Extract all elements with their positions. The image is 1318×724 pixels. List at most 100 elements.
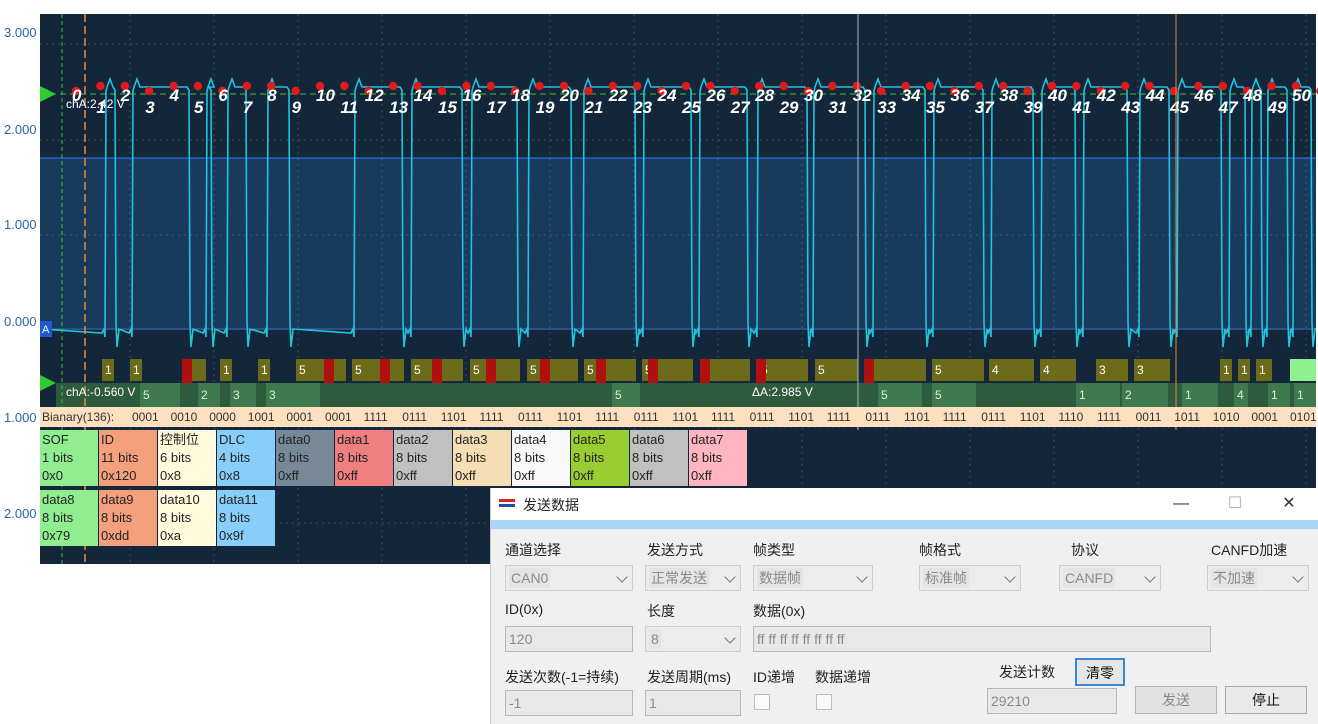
y-tick: 2.000 <box>4 506 37 521</box>
decode-value: 1 <box>133 363 140 377</box>
decode-value: 2 <box>201 388 208 402</box>
pulse-number: 47 <box>1218 98 1239 117</box>
frame-field-bits: 8 bits <box>691 450 723 465</box>
edge-marker <box>437 86 447 96</box>
binary-word: 0111 <box>981 410 1006 424</box>
decode-value: 4 <box>992 363 999 377</box>
frame-field-name: data8 <box>42 492 75 507</box>
pulse-number: 44 <box>1145 86 1165 105</box>
pulse-number: 22 <box>608 86 628 105</box>
frame-field-name: data2 <box>396 432 429 447</box>
pulse-number: 34 <box>902 86 921 105</box>
binary-word: 1101 <box>672 410 698 424</box>
data-input[interactable]: ff ff ff ff ff ff ff ff <box>753 626 1211 652</box>
decode-value: 5 <box>299 363 306 377</box>
binary-word: 0111 <box>865 410 890 424</box>
pulse-number: 30 <box>804 86 823 105</box>
send-mode-select-value: 正常发送 <box>649 568 709 588</box>
pulse-number: 45 <box>1169 98 1189 117</box>
id-increment-checkbox[interactable] <box>754 694 770 710</box>
protocol-select-value: CANFD <box>1063 568 1116 588</box>
clear-button[interactable]: 清零 <box>1075 658 1125 686</box>
frame-field-bits: 8 bits <box>396 450 428 465</box>
pulse-number: 35 <box>926 98 945 117</box>
pulse-number: 3 <box>145 98 155 117</box>
binary-word: 0001 <box>132 410 159 424</box>
decode-segment-end <box>1290 359 1316 381</box>
pulse-number: 8 <box>267 86 277 105</box>
send-count-label: 发送次数(-1=持续) <box>505 669 619 685</box>
canfd-speed-label: CANFD加速 <box>1211 542 1288 558</box>
pulse-number: 33 <box>877 98 896 117</box>
decode-value: 2 <box>1125 388 1132 402</box>
frame-field-value: 0xff <box>337 468 358 483</box>
frame-field-name: DLC <box>219 432 245 447</box>
dialog-accent-bar <box>491 520 1318 529</box>
app-logo-icon <box>499 499 515 507</box>
binary-word: 1101 <box>1020 410 1046 424</box>
frame-field-name: data10 <box>160 492 200 507</box>
chevron-down-icon <box>1144 571 1156 583</box>
pulse-number: 7 <box>243 98 254 117</box>
chevron-down-icon <box>724 632 736 644</box>
decode-value: 5 <box>818 363 825 377</box>
decode-value: 1 <box>105 363 112 377</box>
pulse-number: 19 <box>536 98 555 117</box>
chevron-down-icon <box>856 571 868 583</box>
binary-word: 1101 <box>904 410 930 424</box>
frame-field-bits: 8 bits <box>219 510 251 525</box>
edge-marker <box>1267 81 1276 91</box>
binary-word: 1101 <box>557 410 583 424</box>
frame-field-bits: 6 bits <box>160 450 192 465</box>
edge-marker <box>730 86 739 96</box>
close-button[interactable]: ✕ <box>1269 492 1309 516</box>
pulse-number: 50 <box>1292 86 1311 105</box>
pulse-number: 28 <box>754 86 774 105</box>
edge-marker <box>779 81 788 91</box>
frame-field-bits: 8 bits <box>514 450 546 465</box>
channel-select[interactable]: CAN0 <box>505 565 633 591</box>
minimize-button[interactable]: — <box>1161 492 1201 516</box>
id-input[interactable]: 120 <box>505 626 633 652</box>
y-tick: 3.000 <box>4 25 37 40</box>
stop-button[interactable]: 停止 <box>1225 686 1307 714</box>
decode-value: 5 <box>473 363 480 377</box>
protocol-select[interactable]: CANFD <box>1059 565 1161 591</box>
chevron-down-icon <box>1292 571 1304 583</box>
edge-marker <box>145 86 154 96</box>
binary-words: 0001 0010 0000 1001 0001 0001 1111 0111 1101 1111… <box>132 410 1317 424</box>
decode-row-2: 5 2 3 3 5 5 5 1 2 1 4 1 1 <box>56 383 1316 407</box>
binary-word: 1111 <box>364 410 388 424</box>
edge-marker <box>633 81 642 91</box>
pulse-number: 37 <box>975 98 995 117</box>
send-mode-select[interactable]: 正常发送 <box>645 565 741 591</box>
edge-marker <box>1072 81 1081 91</box>
frame-type-label: 帧类型 <box>753 542 795 558</box>
decode-value: 5 <box>881 388 888 402</box>
canfd-speed-select[interactable]: 不加速 <box>1207 565 1309 591</box>
length-label: 长度 <box>647 603 675 619</box>
dialog-titlebar[interactable]: 发送数据 — ☐ ✕ <box>491 488 1318 520</box>
pulse-number: 11 <box>340 98 358 117</box>
decode-value: 5 <box>530 363 537 377</box>
binary-word: 1001 <box>248 410 275 424</box>
edge-marker <box>1121 81 1130 91</box>
edge-marker <box>535 81 544 91</box>
tx-counter-label: 发送计数 <box>999 664 1055 680</box>
frame-format-select[interactable]: 标准帧 <box>919 565 1021 591</box>
data-increment-checkbox[interactable] <box>816 694 832 710</box>
send-button[interactable]: 发送 <box>1135 686 1217 714</box>
delta-readout: ΔA:2.985 V <box>752 385 813 399</box>
binary-word: 0101 <box>1290 410 1317 424</box>
frame-type-select[interactable]: 数据帧 <box>753 565 873 591</box>
decode-value: 3 <box>1137 363 1144 377</box>
maximize-button[interactable]: ☐ <box>1215 492 1255 516</box>
pulse-number: 12 <box>365 86 384 105</box>
protocol-label: 协议 <box>1071 542 1099 558</box>
length-select[interactable]: 8 <box>645 626 741 652</box>
frame-field-bits: 11 bits <box>101 450 139 465</box>
send-period-input[interactable]: 1 <box>645 690 741 716</box>
channel-upper-readout: chA:2.42 V <box>66 97 125 111</box>
send-count-input[interactable]: -1 <box>505 690 633 716</box>
send-data-dialog[interactable]: 发送数据 — ☐ ✕ 通道选择 发送方式 帧类型 帧格式 协议 CANFD加速 … <box>490 488 1318 724</box>
